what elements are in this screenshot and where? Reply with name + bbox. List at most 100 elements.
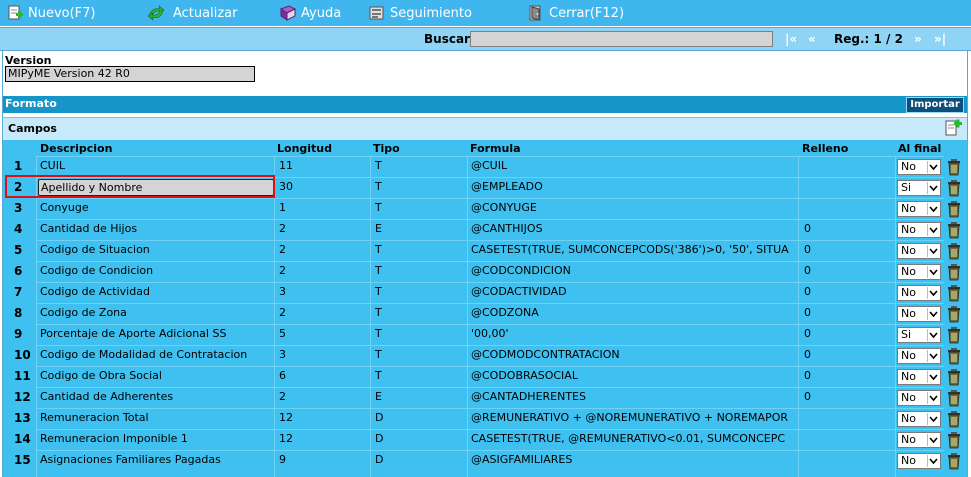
trash-icon[interactable]	[946, 389, 962, 407]
nav-last-button[interactable]: »|	[934, 32, 946, 46]
cell-tipo: D	[375, 411, 384, 424]
cell-formula: @CODOBRASOCIAL	[471, 369, 578, 382]
trash-icon[interactable]	[946, 431, 962, 449]
cell-descripcion: Codigo de Obra Social	[40, 369, 162, 382]
row-index: 1	[14, 159, 23, 173]
al-final-select[interactable]: Si	[897, 327, 941, 343]
cerrar-button[interactable]: Cerrar(F12)	[527, 3, 624, 23]
trash-icon[interactable]	[946, 200, 962, 218]
trash-icon[interactable]	[946, 221, 962, 239]
trash-icon[interactable]	[946, 242, 962, 260]
cell-tipo: E	[375, 390, 382, 403]
cell-formula: @CANTHIJOS	[471, 222, 543, 235]
search-bar: Buscar |« « Reg.: 1 / 2 » »|	[0, 27, 971, 51]
cell-formula: @CUIL	[471, 159, 508, 172]
trash-icon[interactable]	[946, 368, 962, 386]
cell-relleno: 0	[804, 327, 811, 340]
cell-tipo: E	[375, 222, 382, 235]
cell-tipo: T	[375, 369, 382, 382]
header-al-final: Al final	[898, 142, 942, 155]
al-final-value: No	[901, 223, 916, 236]
al-final-select[interactable]: No	[897, 390, 941, 406]
al-final-select[interactable]: No	[897, 453, 941, 469]
cell-descripcion: Remuneracion Total	[40, 411, 149, 424]
close-door-icon	[529, 5, 541, 21]
cell-longitud: 2	[279, 222, 286, 235]
al-final-select[interactable]: No	[897, 411, 941, 427]
grid-row-divider	[36, 303, 944, 304]
seguimiento-button[interactable]: Seguimiento	[368, 3, 472, 23]
grid-row-divider	[36, 450, 944, 451]
descripcion-edit-field[interactable]: Apellido y Nombre	[38, 179, 274, 196]
chevron-down-icon	[927, 224, 939, 236]
row-index: 13	[14, 411, 31, 425]
row-index: 8	[14, 306, 23, 320]
al-final-select[interactable]: No	[897, 264, 941, 280]
cell-tipo: T	[375, 348, 382, 361]
nav-next-button[interactable]: »	[914, 32, 922, 46]
cell-relleno: 0	[804, 222, 811, 235]
cell-tipo: T	[375, 243, 382, 256]
cell-formula: @EMPLEADO	[471, 180, 543, 193]
header-descripcion: Descripcion	[40, 142, 113, 155]
nav-prev-button[interactable]: «	[808, 32, 816, 46]
chevron-down-icon	[927, 413, 939, 425]
al-final-value: No	[901, 391, 916, 404]
chevron-down-icon	[927, 329, 939, 341]
al-final-select[interactable]: No	[897, 222, 941, 238]
cell-longitud: 2	[279, 390, 286, 403]
cell-descripcion: Codigo de Modalidad de Contratacion	[40, 348, 248, 361]
al-final-select[interactable]: No	[897, 369, 941, 385]
al-final-value: No	[901, 412, 916, 425]
nav-first-button[interactable]: |«	[785, 32, 797, 46]
help-book-icon	[279, 5, 297, 21]
row-index: 5	[14, 243, 23, 257]
cell-relleno: 0	[804, 348, 811, 361]
grid-row-divider	[36, 198, 944, 199]
row-index: 11	[14, 369, 31, 383]
row-index: 10	[14, 348, 31, 362]
cell-descripcion: Codigo de Actividad	[40, 285, 150, 298]
trash-icon[interactable]	[946, 410, 962, 428]
al-final-select[interactable]: No	[897, 432, 941, 448]
al-final-select[interactable]: No	[897, 348, 941, 364]
al-final-select[interactable]: No	[897, 243, 941, 259]
cell-longitud: 5	[279, 327, 286, 340]
cell-tipo: T	[375, 180, 382, 193]
trash-icon[interactable]	[946, 347, 962, 365]
nuevo-label: Nuevo(F7)	[28, 5, 96, 21]
trash-icon[interactable]	[946, 326, 962, 344]
chevron-down-icon	[927, 308, 939, 320]
grid-row-divider	[36, 156, 944, 157]
al-final-select[interactable]: No	[897, 285, 941, 301]
cell-longitud: 3	[279, 285, 286, 298]
al-final-select[interactable]: No	[897, 159, 941, 175]
al-final-select[interactable]: No	[897, 201, 941, 217]
nuevo-button[interactable]: Nuevo(F7)	[6, 3, 96, 23]
importar-button[interactable]: Importar	[906, 97, 964, 113]
actualizar-button[interactable]: Actualizar	[143, 3, 237, 23]
formato-header: Formato	[3, 96, 967, 113]
chevron-down-icon	[927, 161, 939, 173]
cell-formula: CASETEST(TRUE, @REMUNERATIVO<0.01, SUMCO…	[471, 432, 786, 445]
cell-longitud: 1	[279, 201, 286, 214]
trash-icon[interactable]	[946, 452, 962, 470]
trash-icon[interactable]	[946, 158, 962, 176]
al-final-select[interactable]: No	[897, 306, 941, 322]
cell-tipo: D	[375, 453, 384, 466]
add-field-icon[interactable]	[943, 119, 963, 137]
trash-icon[interactable]	[946, 179, 962, 197]
trash-icon[interactable]	[946, 284, 962, 302]
cell-tipo: T	[375, 264, 382, 277]
seguimiento-label: Seguimiento	[390, 5, 472, 21]
trash-icon[interactable]	[946, 305, 962, 323]
ayuda-button[interactable]: Ayuda	[279, 3, 341, 23]
al-final-value: Si	[901, 181, 912, 194]
cell-descripcion: Cantidad de Adherentes	[40, 390, 174, 403]
search-input[interactable]	[470, 31, 773, 47]
row-index: 6	[14, 264, 23, 278]
cell-longitud: 2	[279, 306, 286, 319]
version-field[interactable]: MIPyME Version 42 R0	[5, 66, 255, 82]
al-final-select[interactable]: Si	[897, 180, 941, 196]
trash-icon[interactable]	[946, 263, 962, 281]
